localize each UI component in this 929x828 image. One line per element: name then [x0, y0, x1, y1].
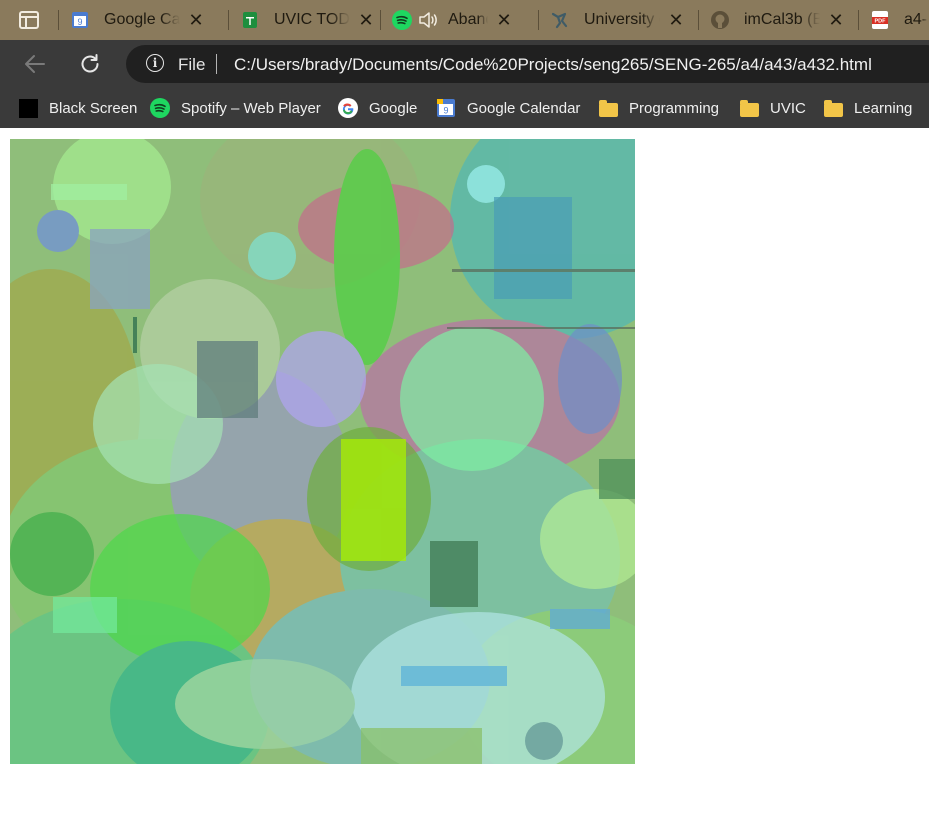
- art-shape: [400, 327, 544, 471]
- tab-title: Abandoned: [448, 11, 488, 28]
- close-icon[interactable]: ✕: [356, 10, 376, 30]
- bookmarks-bar: Black Screen Spotify – Web Player Google…: [0, 88, 929, 128]
- art-shape: [341, 439, 406, 561]
- folder-icon: [739, 98, 759, 118]
- bookmark-label: UVIC: [770, 99, 806, 117]
- bookmark-folder-programming[interactable]: Programming: [598, 94, 719, 122]
- tab-google-calendar[interactable]: 9 Google Calendar ✕: [58, 0, 228, 40]
- folder-icon: [823, 98, 843, 118]
- art-shape: [37, 210, 79, 252]
- art-shape: [334, 149, 400, 365]
- art-shape: [525, 722, 563, 760]
- bookmark-folder-learning[interactable]: Learning: [823, 94, 912, 122]
- tab-pdf[interactable]: PDF a4-a: [858, 0, 928, 40]
- art-svg: [10, 139, 635, 764]
- bookmark-google[interactable]: Google: [338, 94, 417, 122]
- reload-icon: [81, 54, 99, 73]
- bookmark-label: Spotify – Web Player: [181, 99, 321, 117]
- info-icon[interactable]: i: [146, 54, 164, 72]
- close-icon[interactable]: ✕: [826, 10, 846, 30]
- close-icon[interactable]: ✕: [666, 10, 686, 30]
- google-icon: [338, 98, 358, 118]
- art-shape: [494, 197, 572, 299]
- tab-title: imCal3b (Brady: [744, 11, 820, 28]
- tab-title: Google Calendar: [104, 11, 180, 28]
- toolbar: i File C:/Users/brady/Documents/Code%20P…: [0, 40, 929, 88]
- tab-uvic-todo[interactable]: UVIC TODO ✕: [228, 0, 380, 40]
- art-shape: [361, 728, 482, 764]
- art-shape: [401, 666, 507, 686]
- bookmark-spotify[interactable]: Spotify – Web Player: [150, 94, 321, 122]
- bookmark-label: Learning: [854, 99, 913, 117]
- art-shape: [10, 512, 94, 596]
- divider: [216, 54, 217, 74]
- back-button[interactable]: [17, 46, 53, 82]
- back-arrow-icon: [25, 55, 45, 73]
- art-shape: [558, 324, 622, 434]
- art-shape: [550, 609, 610, 629]
- art-shape: [133, 317, 137, 353]
- tab-title: University of: [584, 11, 660, 28]
- black-square-icon: [18, 98, 38, 118]
- art-shape: [90, 229, 150, 309]
- pdf-icon: PDF: [870, 10, 890, 30]
- art-shape: [447, 327, 635, 329]
- bookmark-label: Google Calendar: [467, 99, 581, 117]
- github-icon: [710, 10, 730, 30]
- bookmark-black-screen[interactable]: Black Screen: [18, 94, 137, 122]
- google-calendar-icon: 9: [436, 98, 456, 118]
- bookmark-label: Black Screen: [49, 99, 138, 117]
- svg-text:PDF: PDF: [875, 19, 887, 25]
- sheets-icon: [240, 10, 260, 30]
- art-shape: [197, 341, 258, 418]
- url-text[interactable]: C:/Users/brady/Documents/Code%20Projects…: [234, 55, 872, 75]
- tab-university[interactable]: University of ✕: [538, 0, 698, 40]
- art-shape: [599, 459, 635, 499]
- speaker-icon[interactable]: [418, 10, 438, 30]
- tab-title: UVIC TODO: [274, 11, 350, 28]
- art-shape: [51, 184, 127, 200]
- folder-icon: [598, 98, 618, 118]
- google-calendar-icon: 9: [70, 10, 90, 30]
- reload-button[interactable]: [72, 46, 108, 82]
- art-shape: [53, 597, 117, 633]
- tab-actions-menu-button[interactable]: [0, 0, 58, 40]
- svg-text:9: 9: [443, 106, 448, 116]
- tab-github[interactable]: imCal3b (Brady ✕: [698, 0, 858, 40]
- close-icon[interactable]: ✕: [186, 10, 206, 30]
- bookmark-google-calendar[interactable]: 9 Google Calendar: [436, 94, 580, 122]
- close-icon[interactable]: ✕: [494, 10, 514, 30]
- art-shape: [452, 269, 635, 272]
- tab-strip: 9 Google Calendar ✕ UVIC TODO ✕ Abandone…: [0, 0, 929, 40]
- art-shape: [248, 232, 296, 280]
- generated-art-canvas: [10, 139, 635, 764]
- tab-actions-icon: [19, 11, 39, 29]
- tab-title: a4-a: [904, 11, 928, 28]
- uvic-icon: [550, 10, 570, 30]
- art-shape: [276, 331, 366, 427]
- address-bar[interactable]: i File C:/Users/brady/Documents/Code%20P…: [126, 45, 929, 83]
- spotify-icon: [392, 10, 412, 30]
- bookmark-label: Programming: [629, 99, 720, 117]
- tab-spotify[interactable]: Abandoned ✕: [380, 0, 538, 40]
- bookmark-folder-uvic[interactable]: UVIC: [739, 94, 806, 122]
- spotify-icon: [150, 98, 170, 118]
- art-shape: [430, 541, 478, 607]
- bookmark-label: Google: [369, 99, 418, 117]
- url-scheme-label: File: [178, 55, 206, 74]
- svg-text:9: 9: [77, 17, 82, 27]
- art-shape: [175, 659, 355, 749]
